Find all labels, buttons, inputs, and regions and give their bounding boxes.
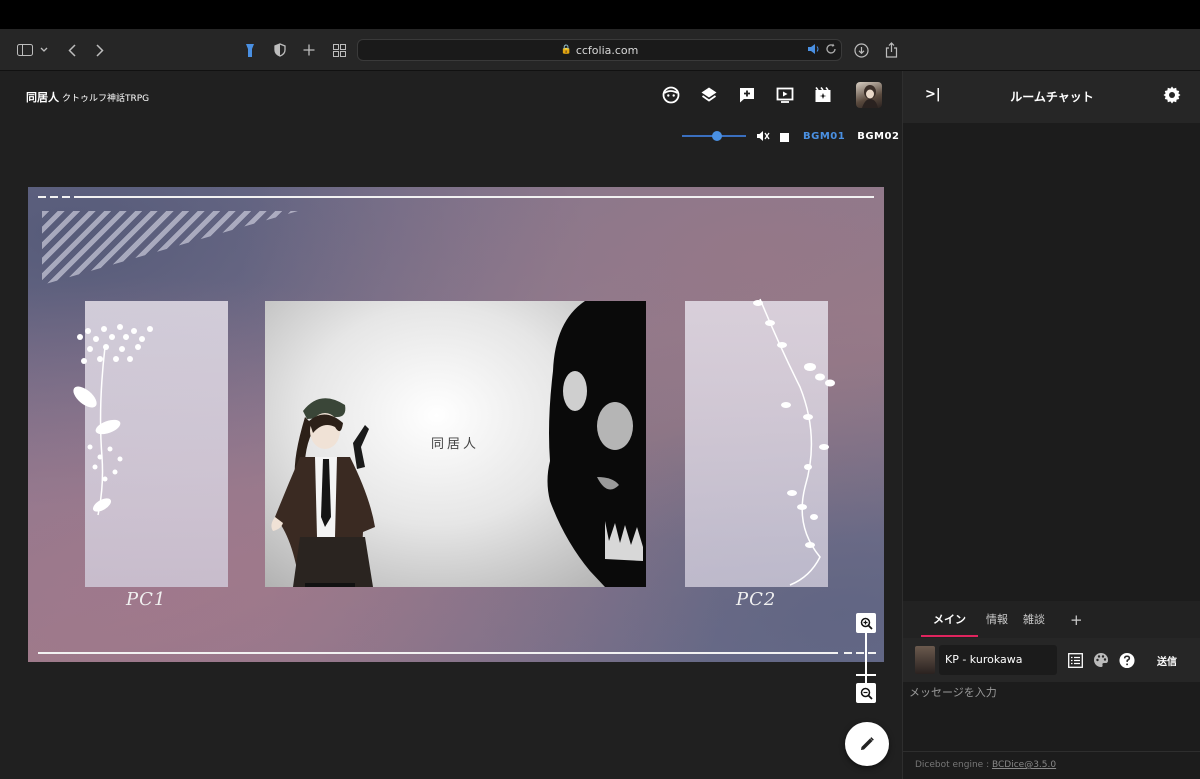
volume-slider-knob[interactable] xyxy=(712,131,723,141)
help-icon[interactable] xyxy=(1119,652,1135,668)
pencil-icon xyxy=(861,737,874,750)
lock-icon: 🔒 xyxy=(560,45,572,55)
gear-icon[interactable] xyxy=(1163,86,1181,108)
volume-slider[interactable] xyxy=(682,131,746,141)
board-dash xyxy=(62,196,70,198)
edit-button[interactable] xyxy=(845,722,889,766)
screen-icon[interactable] xyxy=(775,85,795,105)
forward-icon[interactable] xyxy=(92,29,108,71)
skull-illustration xyxy=(547,301,646,587)
zoom-in-button[interactable] xyxy=(856,613,876,633)
url-text: ccfolia.com xyxy=(575,43,639,57)
pc2-label: PC2 xyxy=(736,589,777,610)
chat-title: ルームチャット xyxy=(1010,90,1094,104)
menu-bar xyxy=(0,0,1200,29)
board-dash xyxy=(844,652,852,654)
scene-icon[interactable] xyxy=(813,85,833,105)
pc1-label: PC1 xyxy=(126,589,167,610)
palette-icon[interactable] xyxy=(1093,652,1109,668)
room-chat-panel: >| ルームチャット メイン 情報 雑談 + KP - kurokawa 送信 … xyxy=(902,71,1200,779)
board-dash xyxy=(38,196,46,198)
scenario-title: 同居人 xyxy=(431,437,480,452)
add-comment-icon[interactable] xyxy=(737,85,757,105)
bgm-controls: BGM01 BGM02 xyxy=(682,129,899,143)
reload-icon[interactable] xyxy=(825,43,837,58)
sound-icon[interactable] xyxy=(807,43,821,58)
board-dash xyxy=(868,652,876,654)
sidebar-icon[interactable] xyxy=(15,29,35,71)
speaker-name-field[interactable]: KP - kurokawa xyxy=(939,645,1057,675)
board-dash xyxy=(856,652,864,654)
board-top-line xyxy=(74,196,874,198)
game-area: 同居人 クトゥルフ神話TRPG BGM01 BGM02 同居人 PC1 PC2 xyxy=(0,71,902,779)
back-icon[interactable] xyxy=(64,29,80,71)
chat-tabs: メイン 情報 雑談 + xyxy=(903,601,1200,638)
message-input[interactable]: メッセージを入力 xyxy=(909,684,997,700)
speaker-avatar[interactable] xyxy=(915,646,935,674)
list-icon[interactable] xyxy=(1067,652,1083,668)
title-image[interactable]: 同居人 xyxy=(265,301,646,587)
layers-icon[interactable] xyxy=(699,85,719,105)
chevron-down-icon[interactable] xyxy=(38,29,50,71)
tab-info[interactable]: 情報 xyxy=(986,603,1008,637)
room-title[interactable]: 同居人 クトゥルフ神話TRPG xyxy=(26,89,149,105)
character-illustration xyxy=(271,398,375,587)
zoom-in-icon xyxy=(860,617,873,630)
flower-left-decoration xyxy=(73,324,153,516)
send-button[interactable]: 送信 xyxy=(1157,653,1177,668)
avatar[interactable] xyxy=(856,82,882,108)
share-icon[interactable] xyxy=(882,29,900,71)
bgm01-button[interactable]: BGM01 xyxy=(803,131,845,142)
browser-toolbar: 🔒 ccfolia.com xyxy=(0,29,1200,71)
room-subtitle: クトゥルフ神話TRPG xyxy=(62,94,150,104)
add-tab-button[interactable]: + xyxy=(1070,611,1083,629)
shield-icon[interactable] xyxy=(272,29,288,71)
new-tab-icon[interactable] xyxy=(301,29,317,71)
chat-header: >| ルームチャット xyxy=(903,71,1200,123)
mute-icon[interactable] xyxy=(756,127,770,146)
zoom-out-button[interactable] xyxy=(856,683,876,703)
face-icon[interactable] xyxy=(661,85,681,105)
url-bar[interactable]: 🔒 ccfolia.com xyxy=(357,39,842,61)
tab-chatter[interactable]: 雑談 xyxy=(1023,603,1045,637)
grid-icon[interactable] xyxy=(331,29,347,71)
board-dash xyxy=(50,196,58,198)
dicebot-label: Dicebot engine : xyxy=(915,760,992,770)
stop-icon[interactable] xyxy=(780,127,789,146)
chat-speaker-row: KP - kurokawa 送信 xyxy=(903,638,1200,682)
zoom-out-icon xyxy=(860,687,873,700)
bgm02-button[interactable]: BGM02 xyxy=(857,131,899,142)
chat-message-list[interactable] xyxy=(903,123,1200,601)
flower-right-decoration xyxy=(753,298,835,586)
board-bottom-line xyxy=(38,652,838,654)
download-icon[interactable] xyxy=(852,29,870,71)
play-board[interactable]: 同居人 PC1 PC2 xyxy=(28,187,884,662)
flashlight-icon[interactable] xyxy=(243,29,257,71)
tab-main[interactable]: メイン xyxy=(921,603,978,637)
zoom-slider-thumb[interactable] xyxy=(856,674,876,676)
dicebot-footer: Dicebot engine : BCDice@3.5.0 xyxy=(903,751,1200,779)
stripe-decoration xyxy=(42,211,298,285)
dicebot-link[interactable]: BCDice@3.5.0 xyxy=(992,760,1056,770)
room-name: 同居人 xyxy=(26,91,59,104)
